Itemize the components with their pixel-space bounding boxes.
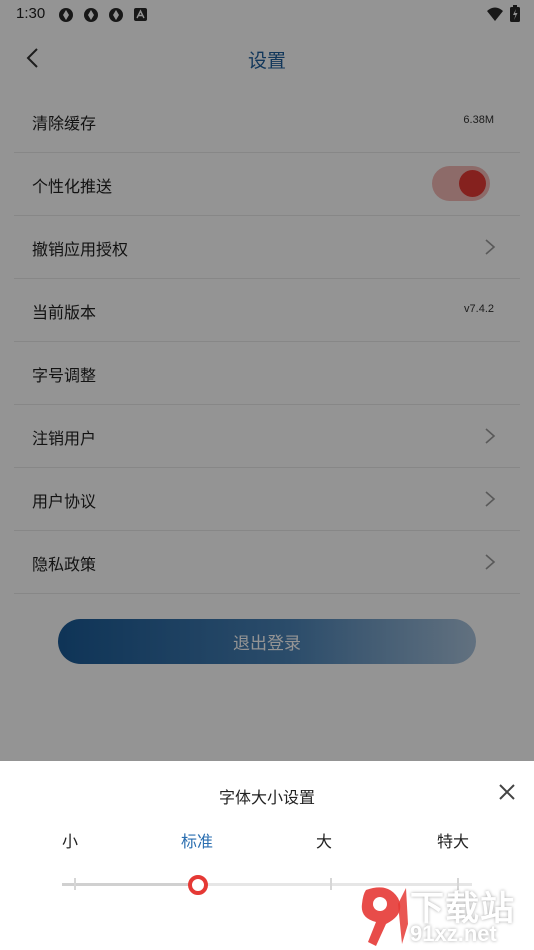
watermark-text-bottom: 91xz.net: [410, 921, 497, 946]
slider-tick: [74, 878, 76, 890]
font-size-slider-thumb[interactable]: [188, 875, 208, 895]
watermark-logo-icon: [361, 887, 408, 946]
close-icon[interactable]: [496, 781, 518, 803]
size-option-standard[interactable]: 标准: [181, 828, 213, 852]
font-size-slider-fill: [62, 883, 198, 886]
watermark: 下载站 91xz.net: [358, 880, 534, 950]
sheet-title: 字体大小设置: [218, 788, 315, 807]
size-option-small[interactable]: 小: [62, 828, 78, 852]
settings-screen: 1:30 设置 清除缓存 6.38M 个性化推送 撤销应用授权 当前版本 v7.…: [0, 0, 534, 950]
slider-tick: [330, 878, 332, 890]
size-option-large[interactable]: 大: [316, 828, 332, 852]
size-option-extra-large[interactable]: 特大: [437, 828, 469, 852]
modal-backdrop[interactable]: [0, 0, 534, 761]
